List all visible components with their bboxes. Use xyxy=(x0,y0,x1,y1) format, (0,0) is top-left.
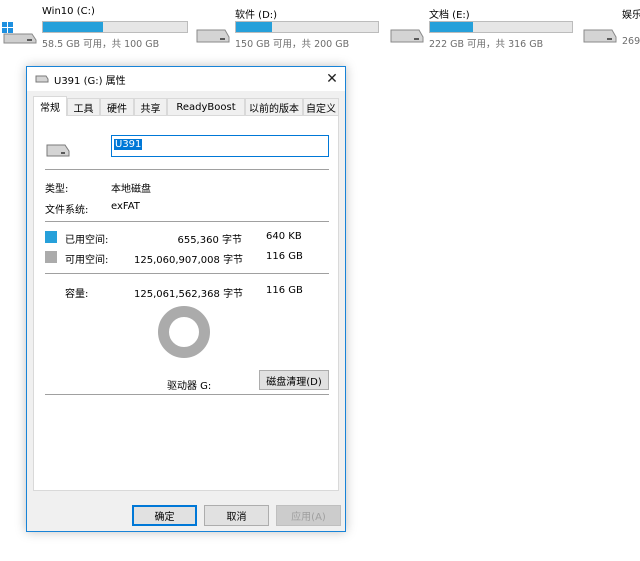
disk-cleanup-button[interactable]: 磁盘清理(D) xyxy=(259,370,329,390)
usage-donut-chart xyxy=(158,306,210,358)
usb-drive-icon xyxy=(46,144,70,157)
hard-drive-icon xyxy=(196,29,230,43)
windows-drive-icon xyxy=(2,22,37,44)
drive-free-text: 58.5 GB 可用，共 100 GB xyxy=(42,39,160,50)
tab-customize[interactable]: 自定义 xyxy=(303,98,339,115)
drive-name: 娱乐 xyxy=(622,10,640,21)
capacity-label: 容量: xyxy=(65,289,89,300)
free-space-swatch xyxy=(45,251,57,263)
drive-free-text: 222 GB 可用，共 316 GB xyxy=(429,39,544,50)
drive-usage-fill xyxy=(430,22,473,32)
filesystem-value: exFAT xyxy=(111,201,140,212)
drive-tile-c[interactable]: Win10 (C:) 58.5 GB 可用，共 100 GB xyxy=(2,4,192,50)
drive-usage-fill xyxy=(623,22,635,32)
close-icon: ✕ xyxy=(326,71,338,87)
general-tab-panel: U391 类型: 本地磁盘 文件系统: exFAT 已用空间: 655,360 … xyxy=(33,115,339,491)
type-label: 类型: xyxy=(45,184,69,195)
drive-usage-bar xyxy=(429,21,573,33)
ok-button[interactable]: 确定 xyxy=(132,505,197,526)
title-bar[interactable]: U391 (G:) 属性 ✕ xyxy=(27,67,345,91)
close-button[interactable]: ✕ xyxy=(319,67,345,91)
drive-tile-f[interactable]: 娱乐 269 xyxy=(582,4,640,48)
capacity-bytes: 125,061,562,368 字节 xyxy=(134,289,244,300)
cancel-button[interactable]: 取消 xyxy=(204,505,269,526)
drive-name: 软件 (D:) xyxy=(235,10,278,21)
used-space-label: 已用空间: xyxy=(65,235,109,246)
filesystem-label: 文件系统: xyxy=(45,205,89,216)
drive-name: Win10 (C:) xyxy=(42,6,95,17)
hard-drive-icon xyxy=(390,29,424,43)
volume-name-value: U391 xyxy=(114,139,143,150)
tab-previous-versions[interactable]: 以前的版本 xyxy=(245,98,303,115)
drive-usage-fill xyxy=(236,22,272,32)
free-space-size: 116 GB xyxy=(266,251,303,262)
volume-name-input[interactable]: U391 xyxy=(111,135,329,157)
drive-tile-d[interactable]: 软件 (D:) 150 GB 可用，共 200 GB xyxy=(195,4,385,50)
drive-name: 文档 (E:) xyxy=(429,10,470,21)
drive-usage-bar xyxy=(235,21,379,33)
drive-tile-e[interactable]: 文档 (E:) 222 GB 可用，共 316 GB xyxy=(389,4,579,50)
capacity-size: 116 GB xyxy=(266,285,303,296)
tab-hardware[interactable]: 硬件 xyxy=(100,98,134,115)
used-space-swatch xyxy=(45,231,57,243)
tab-readyboost[interactable]: ReadyBoost xyxy=(167,98,245,115)
usb-drive-icon xyxy=(35,75,49,83)
drive-usage-bar xyxy=(42,21,188,33)
divider xyxy=(45,394,329,395)
free-space-label: 可用空间: xyxy=(65,255,109,266)
drive-free-text: 150 GB 可用，共 200 GB xyxy=(235,39,350,50)
divider xyxy=(45,169,329,170)
type-value: 本地磁盘 xyxy=(111,184,151,195)
apply-button[interactable]: 应用(A) xyxy=(276,505,341,526)
free-space-bytes: 125,060,907,008 字节 xyxy=(134,255,244,266)
divider xyxy=(45,221,329,222)
hard-drive-icon xyxy=(583,29,617,43)
used-space-bytes: 655,360 字节 xyxy=(177,235,242,246)
tab-sharing[interactable]: 共享 xyxy=(134,98,167,115)
tab-general[interactable]: 常规 xyxy=(33,96,67,116)
tab-strip: 常规 工具 硬件 共享 ReadyBoost 以前的版本 自定义 xyxy=(33,96,339,116)
drive-letter-label: 驱动器 G: xyxy=(167,381,212,392)
drive-usage-fill xyxy=(43,22,103,32)
properties-dialog: U391 (G:) 属性 ✕ 常规 工具 硬件 共享 ReadyBoost 以前… xyxy=(26,66,346,532)
drive-free-text: 269 xyxy=(622,36,640,47)
used-space-size: 640 KB xyxy=(266,231,302,242)
divider xyxy=(45,273,329,274)
tab-tools[interactable]: 工具 xyxy=(67,98,100,115)
dialog-title: U391 (G:) 属性 xyxy=(54,76,126,87)
